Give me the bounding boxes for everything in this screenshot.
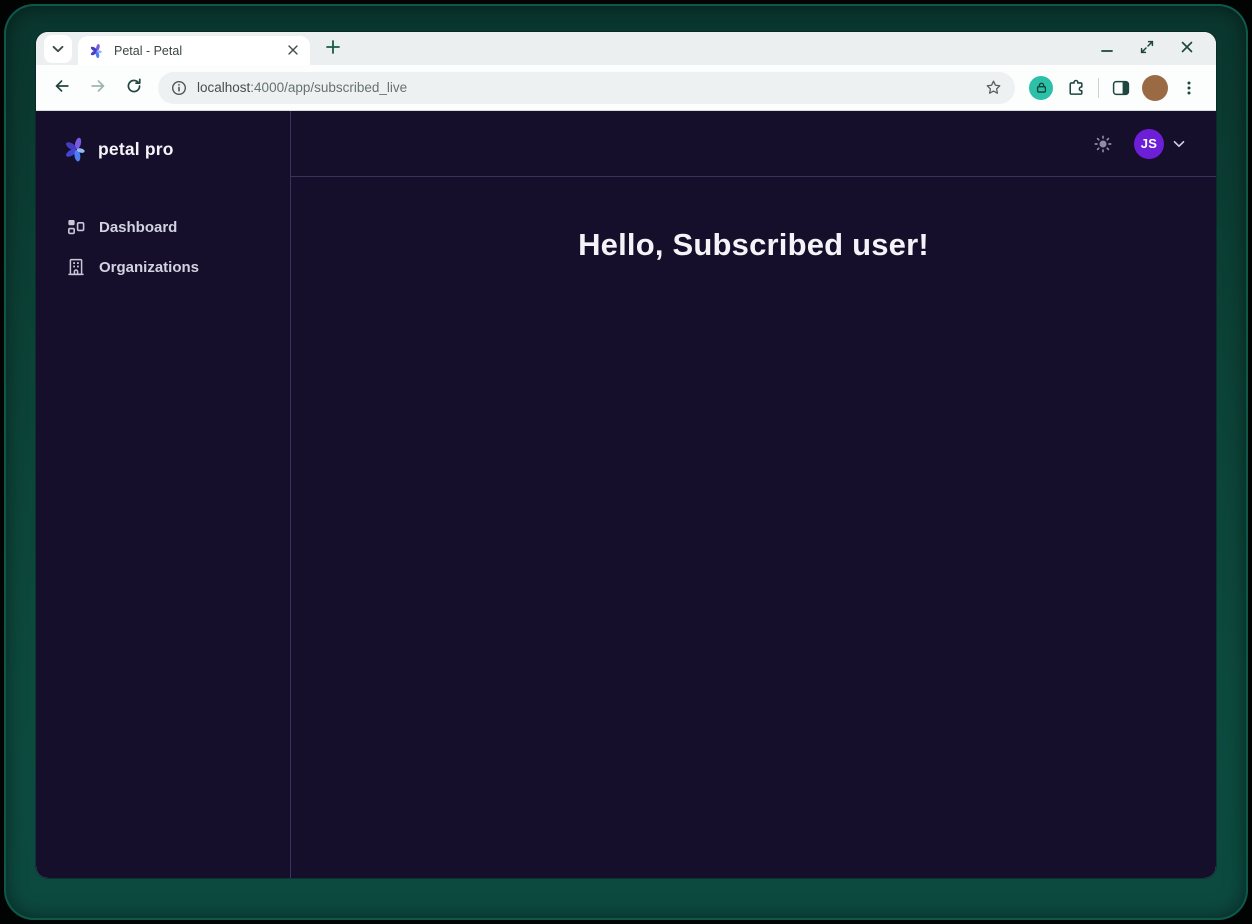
minimize-icon [1101,41,1113,56]
site-info-icon[interactable] [171,80,187,96]
screenshot-stage: Petal - Petal [0,0,1252,924]
app-root: petal pro Dashboard [36,111,1216,878]
address-bar[interactable]: localhost:4000/app/subscribed_live [158,72,1015,104]
sidebar-item-organizations[interactable]: Organizations [36,247,290,287]
toolbar-divider [1098,78,1099,98]
chevron-down-icon [1173,140,1185,148]
profile-avatar[interactable] [1142,75,1168,101]
building-office-icon [66,257,86,277]
logo-text: petal pro [98,139,174,160]
logo[interactable]: petal pro [36,133,290,165]
user-menu[interactable]: JS [1134,129,1185,159]
bookmark-star-icon[interactable] [979,74,1007,102]
window-controls [1090,34,1216,64]
browser-tab[interactable]: Petal - Petal [78,36,310,65]
url-text: localhost:4000/app/subscribed_live [197,80,969,95]
sun-icon[interactable] [1089,130,1117,158]
chevron-down-icon [52,41,64,56]
tab-search-button[interactable] [44,35,72,63]
window-close-button[interactable] [1170,34,1204,64]
sidebar-item-dashboard[interactable]: Dashboard [36,207,290,247]
page-title: Hello, Subscribed user! [291,227,1216,263]
sidebar-item-label: Dashboard [99,219,177,236]
tab-close-button[interactable] [284,42,302,60]
plus-icon [326,40,340,57]
reload-icon [125,77,143,98]
sidebar-nav: Dashboard [36,207,290,287]
sidebar: petal pro Dashboard [36,111,291,878]
main-content: Hello, Subscribed user! [291,177,1216,878]
close-icon [1181,41,1193,56]
arrow-right-icon [89,77,107,98]
maximize-button[interactable] [1130,34,1164,64]
url-host: localhost [197,80,250,95]
close-icon [288,43,298,58]
user-avatar[interactable]: JS [1134,129,1164,159]
browser-toolbar: localhost:4000/app/subscribed_live [36,65,1216,111]
maximize-icon [1140,40,1154,57]
dashboard-grid-icon [66,217,86,237]
lock-badge-icon[interactable] [1029,76,1053,100]
main-column: JS Hello, Subscribed user! [291,111,1216,878]
kebab-menu-icon[interactable] [1172,71,1206,105]
extensions-puzzle-icon[interactable] [1059,71,1093,105]
back-button[interactable] [44,71,80,105]
forward-button[interactable] [80,71,116,105]
tab-title: Petal - Petal [114,44,275,58]
petal-favicon-icon [89,43,105,59]
reload-button[interactable] [116,71,152,105]
arrow-left-icon [53,77,71,98]
url-path: :4000/app/subscribed_live [250,80,407,95]
minimize-button[interactable] [1090,34,1124,64]
browser-window: Petal - Petal [36,32,1216,878]
side-panel-icon[interactable] [1104,71,1138,105]
new-tab-button[interactable] [319,35,347,63]
tab-strip: Petal - Petal [36,32,1216,65]
sidebar-item-label: Organizations [99,259,199,276]
petal-flower-icon [63,136,90,163]
app-topbar: JS [291,111,1216,177]
